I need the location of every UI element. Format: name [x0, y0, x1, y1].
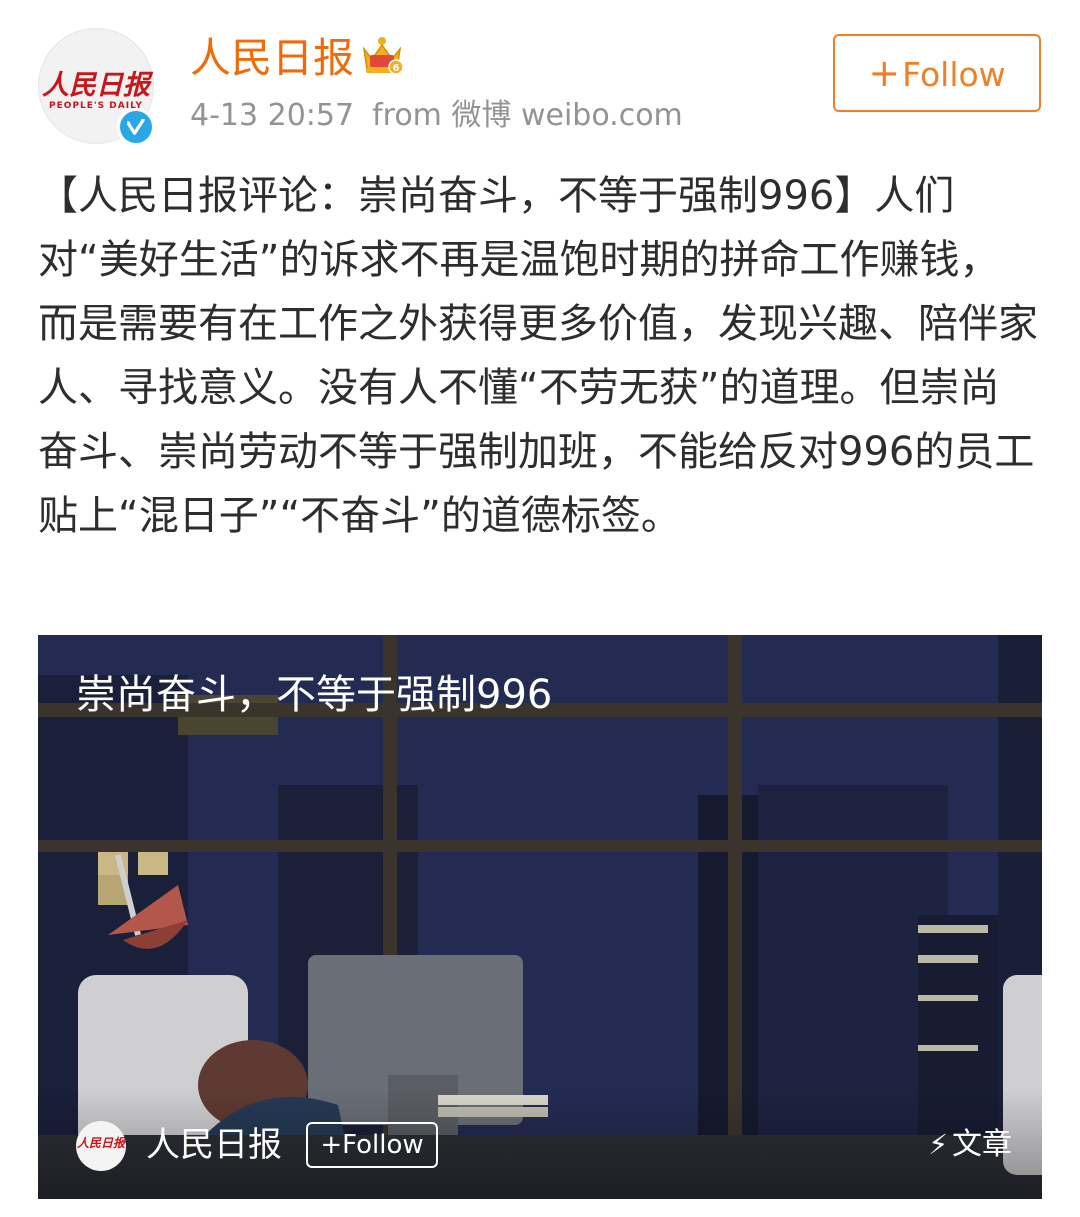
crown-member-icon: 6 [360, 35, 404, 81]
lightning-icon: ⚡︎ [928, 1128, 948, 1161]
post-meta: 4-13 20:57 from 微博 weibo.com [190, 96, 683, 136]
post-timestamp: 4-13 20:57 [190, 98, 355, 133]
post-text: 【人民日报评论：崇尚奋斗，不等于强制996】人们对“美好生活”的诉求不再是温饱时… [38, 173, 1038, 539]
post-source[interactable]: from 微博 weibo.com [372, 98, 683, 133]
article-card[interactable]: 崇尚奋斗，不等于强制996 人民日报 人民日报 +Follow ⚡︎ 文章 [38, 635, 1042, 1199]
article-type-label: ⚡︎ 文章 [928, 1123, 1012, 1167]
article-author-avatar[interactable]: 人民日报 [76, 1121, 126, 1171]
follow-plus-icon: + [868, 51, 901, 95]
verified-badge-icon [117, 108, 155, 146]
follow-button[interactable]: +Follow [833, 34, 1041, 112]
weibo-post: 人民日报 PEOPLE'S DAILY 人民日报 6 4-13 20:57 fro… [0, 0, 1080, 1217]
svg-text:6: 6 [393, 63, 400, 74]
username[interactable]: 人民日报 [190, 32, 354, 84]
article-type-text: 文章 [952, 1127, 1012, 1162]
follow-button-label: Follow [902, 55, 1006, 94]
article-author-logo-text: 人民日报 [76, 1136, 125, 1150]
article-follow-button[interactable]: +Follow [306, 1122, 438, 1168]
article-title: 崇尚奋斗，不等于强制996 [76, 672, 553, 718]
article-author-name[interactable]: 人民日报 [146, 1121, 282, 1169]
avatar-logo-text: 人民日报 [42, 70, 150, 101]
